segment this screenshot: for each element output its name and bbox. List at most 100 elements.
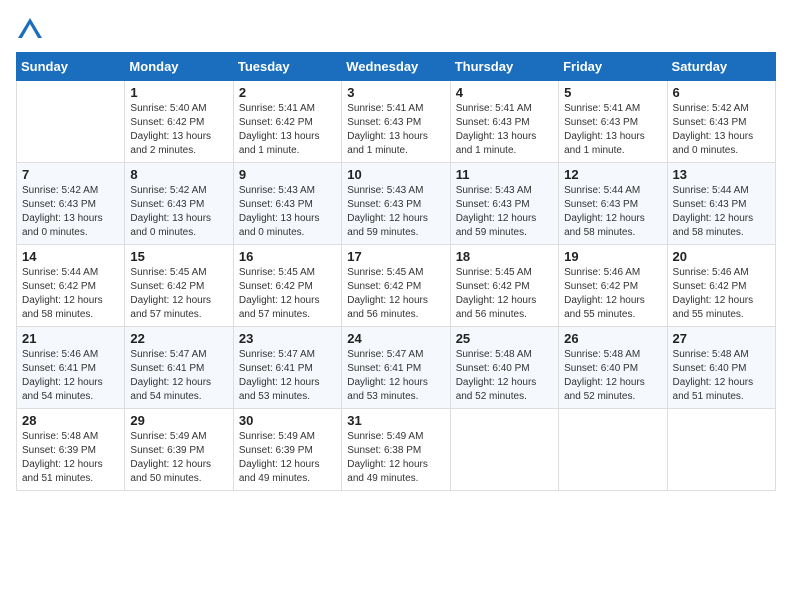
day-of-week-header: Friday [559,53,667,81]
calendar-cell: 13 Sunrise: 5:44 AM Sunset: 6:43 PM Dayli… [667,163,775,245]
day-info: Sunrise: 5:42 AM Sunset: 6:43 PM Dayligh… [673,102,770,158]
day-info: Sunrise: 5:48 AM Sunset: 6:40 PM Dayligh… [456,348,553,404]
day-info: Sunrise: 5:48 AM Sunset: 6:40 PM Dayligh… [564,348,661,404]
day-number: 28 [22,413,119,428]
day-number: 5 [564,85,661,100]
day-number: 12 [564,167,661,182]
day-of-week-header: Monday [125,53,233,81]
day-info: Sunrise: 5:44 AM Sunset: 6:42 PM Dayligh… [22,266,119,322]
day-number: 29 [130,413,227,428]
day-number: 22 [130,331,227,346]
day-of-week-header: Saturday [667,53,775,81]
calendar-cell: 2 Sunrise: 5:41 AM Sunset: 6:42 PM Daylig… [233,81,341,163]
day-number: 9 [239,167,336,182]
day-of-week-header: Tuesday [233,53,341,81]
day-number: 13 [673,167,770,182]
day-number: 26 [564,331,661,346]
day-info: Sunrise: 5:44 AM Sunset: 6:43 PM Dayligh… [673,184,770,240]
calendar-week-row: 14 Sunrise: 5:44 AM Sunset: 6:42 PM Dayli… [17,245,776,327]
calendar-cell: 8 Sunrise: 5:42 AM Sunset: 6:43 PM Daylig… [125,163,233,245]
calendar-cell: 4 Sunrise: 5:41 AM Sunset: 6:43 PM Daylig… [450,81,558,163]
day-number: 7 [22,167,119,182]
day-info: Sunrise: 5:45 AM Sunset: 6:42 PM Dayligh… [347,266,444,322]
calendar-cell: 25 Sunrise: 5:48 AM Sunset: 6:40 PM Dayli… [450,327,558,409]
day-of-week-header: Sunday [17,53,125,81]
day-info: Sunrise: 5:46 AM Sunset: 6:42 PM Dayligh… [673,266,770,322]
logo-icon [16,16,44,44]
calendar-cell: 5 Sunrise: 5:41 AM Sunset: 6:43 PM Daylig… [559,81,667,163]
calendar-table: SundayMondayTuesdayWednesdayThursdayFrid… [16,52,776,491]
calendar-cell: 22 Sunrise: 5:47 AM Sunset: 6:41 PM Dayli… [125,327,233,409]
day-info: Sunrise: 5:41 AM Sunset: 6:42 PM Dayligh… [239,102,336,158]
calendar-cell [17,81,125,163]
day-info: Sunrise: 5:42 AM Sunset: 6:43 PM Dayligh… [130,184,227,240]
calendar-cell: 29 Sunrise: 5:49 AM Sunset: 6:39 PM Dayli… [125,409,233,491]
day-info: Sunrise: 5:48 AM Sunset: 6:40 PM Dayligh… [673,348,770,404]
calendar-cell: 24 Sunrise: 5:47 AM Sunset: 6:41 PM Dayli… [342,327,450,409]
day-number: 21 [22,331,119,346]
day-info: Sunrise: 5:48 AM Sunset: 6:39 PM Dayligh… [22,430,119,486]
calendar-cell: 1 Sunrise: 5:40 AM Sunset: 6:42 PM Daylig… [125,81,233,163]
calendar-cell: 26 Sunrise: 5:48 AM Sunset: 6:40 PM Dayli… [559,327,667,409]
calendar-cell [450,409,558,491]
day-number: 25 [456,331,553,346]
page-header [16,16,776,44]
calendar-cell: 18 Sunrise: 5:45 AM Sunset: 6:42 PM Dayli… [450,245,558,327]
calendar-cell: 3 Sunrise: 5:41 AM Sunset: 6:43 PM Daylig… [342,81,450,163]
day-info: Sunrise: 5:45 AM Sunset: 6:42 PM Dayligh… [239,266,336,322]
calendar-header-row: SundayMondayTuesdayWednesdayThursdayFrid… [17,53,776,81]
calendar-cell: 16 Sunrise: 5:45 AM Sunset: 6:42 PM Dayli… [233,245,341,327]
day-number: 24 [347,331,444,346]
calendar-cell: 9Sunrise: 5:43 AM Sunset: 6:43 PM Daylig… [233,163,341,245]
day-info: Sunrise: 5:47 AM Sunset: 6:41 PM Dayligh… [347,348,444,404]
day-of-week-header: Thursday [450,53,558,81]
day-info: Sunrise: 5:41 AM Sunset: 6:43 PM Dayligh… [456,102,553,158]
calendar-cell: 21 Sunrise: 5:46 AM Sunset: 6:41 PM Dayli… [17,327,125,409]
day-number: 1 [130,85,227,100]
day-number: 8 [130,167,227,182]
day-info: Sunrise: 5:49 AM Sunset: 6:39 PM Dayligh… [239,430,336,486]
day-info: Sunrise: 5:42 AM Sunset: 6:43 PM Dayligh… [22,184,119,240]
day-number: 2 [239,85,336,100]
day-number: 14 [22,249,119,264]
day-number: 3 [347,85,444,100]
day-info: Sunrise: 5:46 AM Sunset: 6:41 PM Dayligh… [22,348,119,404]
day-info: Sunrise: 5:45 AM Sunset: 6:42 PM Dayligh… [456,266,553,322]
day-number: 4 [456,85,553,100]
calendar-week-row: 1 Sunrise: 5:40 AM Sunset: 6:42 PM Daylig… [17,81,776,163]
calendar-cell: 14 Sunrise: 5:44 AM Sunset: 6:42 PM Dayli… [17,245,125,327]
day-info: Sunrise: 5:45 AM Sunset: 6:42 PM Dayligh… [130,266,227,322]
calendar-cell: 15 Sunrise: 5:45 AM Sunset: 6:42 PM Dayli… [125,245,233,327]
calendar-cell: 12 Sunrise: 5:44 AM Sunset: 6:43 PM Dayli… [559,163,667,245]
day-number: 20 [673,249,770,264]
day-info: Sunrise: 5:46 AM Sunset: 6:42 PM Dayligh… [564,266,661,322]
calendar-cell: 23 Sunrise: 5:47 AM Sunset: 6:41 PM Dayli… [233,327,341,409]
day-info: Sunrise: 5:49 AM Sunset: 6:38 PM Dayligh… [347,430,444,486]
day-info: Sunrise: 5:41 AM Sunset: 6:43 PM Dayligh… [347,102,444,158]
day-number: 6 [673,85,770,100]
day-number: 15 [130,249,227,264]
day-number: 17 [347,249,444,264]
day-number: 23 [239,331,336,346]
day-number: 18 [456,249,553,264]
day-info: Sunrise: 5:47 AM Sunset: 6:41 PM Dayligh… [239,348,336,404]
day-info: Sunrise: 5:40 AM Sunset: 6:42 PM Dayligh… [130,102,227,158]
calendar-week-row: 21 Sunrise: 5:46 AM Sunset: 6:41 PM Dayli… [17,327,776,409]
day-number: 30 [239,413,336,428]
day-info: Sunrise: 5:43 AM Sunset: 6:43 PM Dayligh… [456,184,553,240]
day-number: 19 [564,249,661,264]
calendar-cell: 31 Sunrise: 5:49 AM Sunset: 6:38 PM Dayli… [342,409,450,491]
day-of-week-header: Wednesday [342,53,450,81]
day-info: Sunrise: 5:47 AM Sunset: 6:41 PM Dayligh… [130,348,227,404]
day-number: 27 [673,331,770,346]
day-number: 31 [347,413,444,428]
day-info: Sunrise: 5:49 AM Sunset: 6:39 PM Dayligh… [130,430,227,486]
day-info: Sunrise: 5:44 AM Sunset: 6:43 PM Dayligh… [564,184,661,240]
day-number: 16 [239,249,336,264]
calendar-cell: 7 Sunrise: 5:42 AM Sunset: 6:43 PM Daylig… [17,163,125,245]
calendar-cell [559,409,667,491]
calendar-cell: 27 Sunrise: 5:48 AM Sunset: 6:40 PM Dayli… [667,327,775,409]
day-info: Sunrise: 5:41 AM Sunset: 6:43 PM Dayligh… [564,102,661,158]
day-info: Sunrise: 5:43 AM Sunset: 6:43 PM Dayligh… [347,184,444,240]
calendar-week-row: 7 Sunrise: 5:42 AM Sunset: 6:43 PM Daylig… [17,163,776,245]
